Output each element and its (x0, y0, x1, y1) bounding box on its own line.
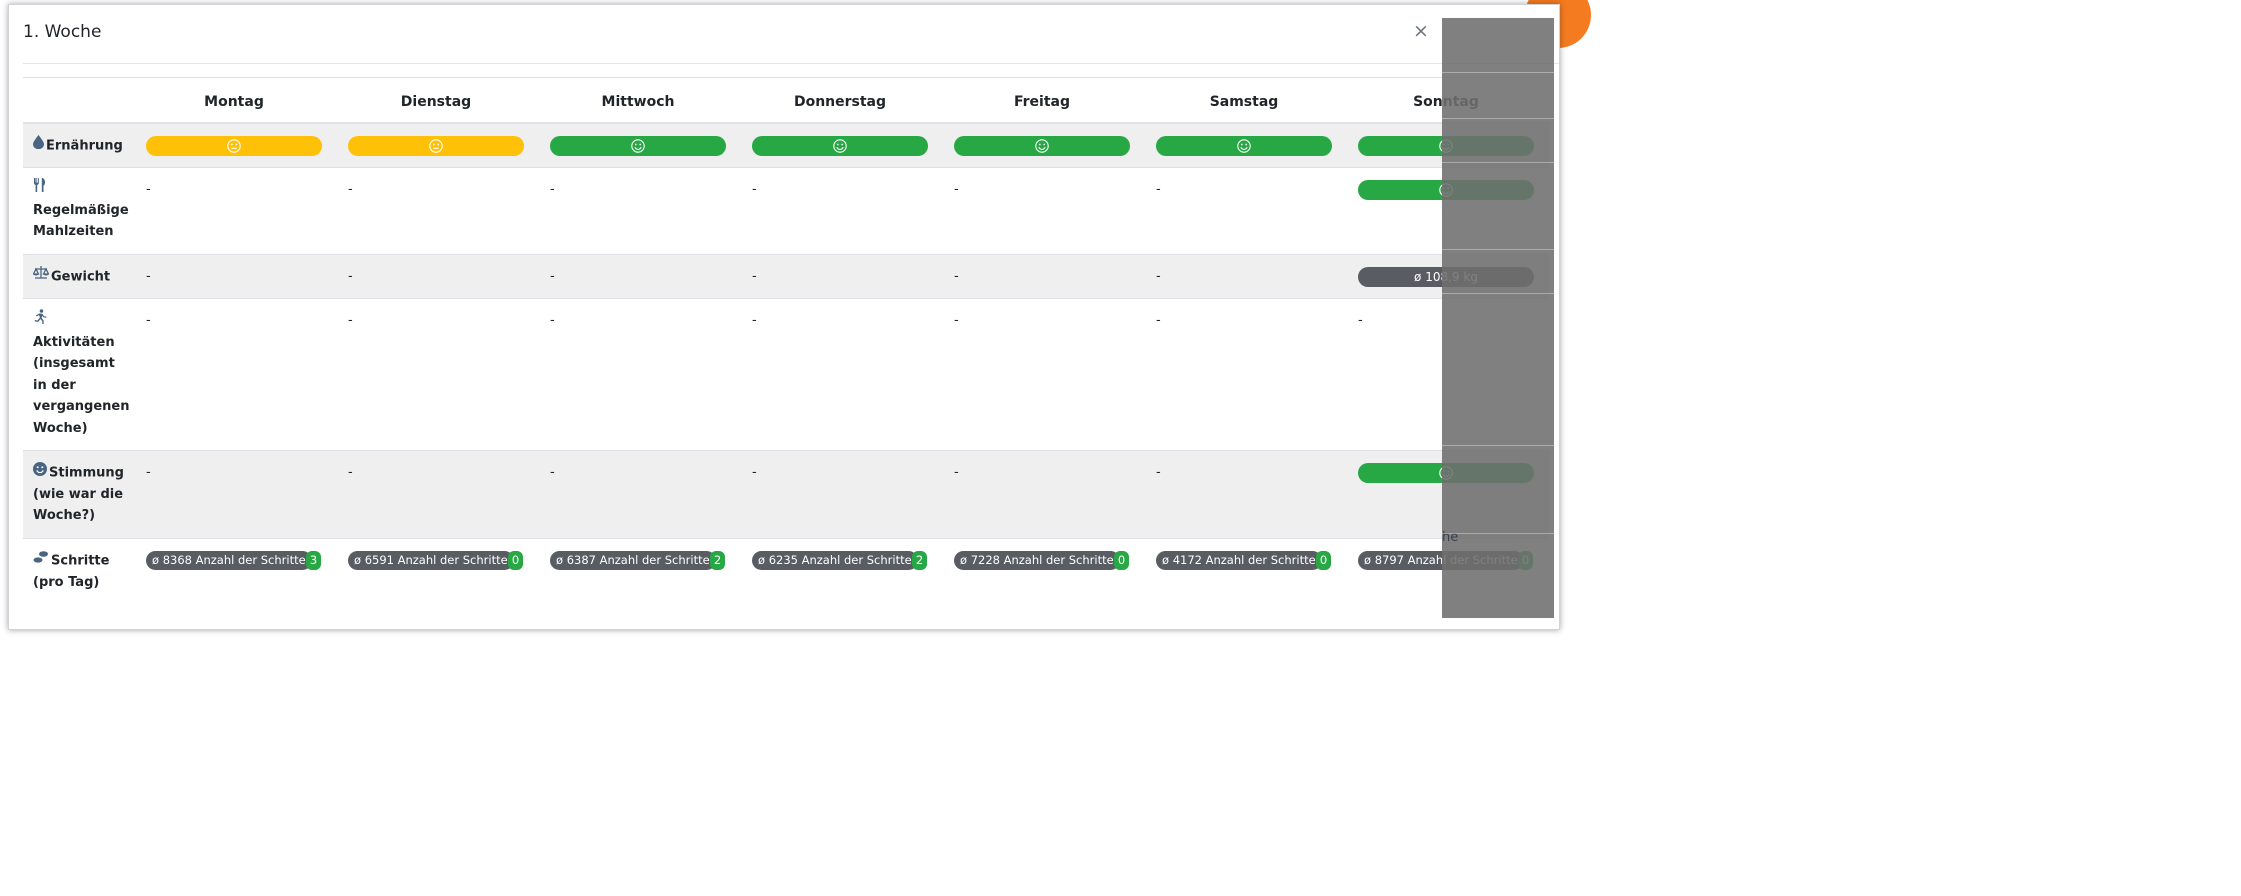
smiley-icon (429, 139, 443, 153)
close-button[interactable]: × (1411, 19, 1431, 43)
row-gewicht: Gewicht ------ø 108,9 kg (23, 254, 1549, 298)
smiley-icon (631, 139, 645, 153)
steps-count-badge: 3 (306, 551, 321, 570)
row-mahlzeiten: Regelmäßige Mahlzeiten - - - - - - (23, 167, 1549, 254)
overlay-divider (1442, 162, 1554, 163)
steps-count-badge: 0 (1114, 551, 1129, 570)
steps-average-badge: ø 6235 Anzahl der Schritte (752, 551, 918, 570)
steps-average-badge: ø 8368 Anzahl der Schritte (146, 551, 312, 570)
water-drop-icon (33, 135, 44, 157)
row-label-aktivitaeten: Aktivitäten (insgesamt in der vergangene… (33, 309, 135, 439)
empty-value: - (1156, 182, 1161, 197)
empty-value: - (752, 313, 757, 328)
row-stimmung: Stimmung (wie war die Woche?) - - - - - - (23, 450, 1549, 538)
empty-value: - (146, 269, 151, 284)
background-overlay: he (1442, 18, 1554, 618)
empty-value: - (348, 269, 353, 284)
ernaehrung-status-pill (752, 136, 928, 156)
day-header-montag: Montag (204, 94, 264, 110)
footprints-icon (33, 550, 49, 572)
steps-count-badge: 2 (912, 551, 927, 570)
table-header-row: Montag Dienstag Mittwoch Donnerstag Frei… (23, 77, 1549, 123)
steps-average-badge: ø 6387 Anzahl der Schritte (550, 551, 716, 570)
day-header-dienstag: Dienstag (400, 94, 472, 110)
day-header-donnerstag: Donnerstag (793, 94, 887, 110)
week-modal: 1. Woche × Montag Dienstag Mittwoch Donn… (8, 4, 1560, 630)
empty-value: - (954, 182, 959, 197)
empty-value: - (954, 269, 959, 284)
empty-value: - (752, 269, 757, 284)
ernaehrung-status-pill (146, 136, 322, 156)
day-header-samstag: Samstag (1209, 94, 1279, 110)
ernaehrung-status-pill (1156, 136, 1332, 156)
steps-count-badge: 0 (508, 551, 523, 570)
title-divider (23, 63, 1559, 64)
empty-value: - (146, 182, 151, 197)
empty-value: - (954, 313, 959, 328)
smiley-icon (1035, 139, 1049, 153)
empty-value: - (954, 465, 959, 480)
empty-value: - (550, 313, 555, 328)
empty-value: - (752, 182, 757, 197)
steps-count-badge: 0 (1316, 551, 1331, 570)
smiley-icon (833, 139, 847, 153)
row-label-schritte: Schritte (pro Tag) (33, 550, 135, 593)
cutlery-icon (33, 178, 47, 200)
empty-value: - (752, 465, 757, 480)
overlay-divider (1442, 249, 1554, 250)
steps-average-badge: ø 6591 Anzahl der Schritte (348, 551, 514, 570)
day-header-freitag: Freitag (1013, 94, 1071, 110)
ernaehrung-status-pill (550, 136, 726, 156)
empty-value: - (348, 313, 353, 328)
empty-value: - (146, 465, 151, 480)
steps-average-badge: ø 4172 Anzahl der Schritte (1156, 551, 1322, 570)
empty-value: - (348, 182, 353, 197)
empty-value: - (1156, 269, 1161, 284)
overlay-divider (1442, 293, 1554, 294)
smiley-icon (227, 139, 241, 153)
empty-value: - (1156, 313, 1161, 328)
steps-count-badge: 2 (710, 551, 725, 570)
overlay-divider (1442, 445, 1554, 446)
scale-icon (32, 266, 50, 288)
row-aktivitaeten: Aktivitäten (insgesamt in der vergangene… (23, 298, 1549, 450)
modal-title: 1. Woche (23, 22, 102, 42)
empty-value: - (146, 313, 151, 328)
smiley-icon (33, 462, 47, 484)
running-icon (33, 309, 47, 332)
row-schritte: Schritte (pro Tag) ø 8368 Anzahl der Sch… (23, 538, 1549, 628)
overlay-divider (1442, 533, 1554, 534)
row-label-gewicht: Gewicht (32, 266, 135, 288)
empty-value: - (1358, 313, 1363, 328)
empty-value: - (550, 182, 555, 197)
empty-value: - (550, 465, 555, 480)
empty-value: - (1156, 465, 1161, 480)
smiley-icon (1237, 139, 1251, 153)
row-label-mahlzeiten: Regelmäßige Mahlzeiten (33, 178, 135, 243)
overlay-divider (1442, 118, 1554, 119)
empty-value: - (550, 269, 555, 284)
overlay-divider (1442, 72, 1554, 73)
ernaehrung-status-pill (954, 136, 1130, 156)
steps-average-badge: ø 7228 Anzahl der Schritte (954, 551, 1120, 570)
row-ernaehrung: Ernährung (23, 123, 1549, 167)
day-header-mittwoch: Mittwoch (601, 94, 675, 110)
row-label-stimmung: Stimmung (wie war die Woche?) (33, 462, 135, 527)
ernaehrung-status-pill (348, 136, 524, 156)
empty-value: - (348, 465, 353, 480)
row-label-ernaehrung: Ernährung (33, 135, 135, 157)
